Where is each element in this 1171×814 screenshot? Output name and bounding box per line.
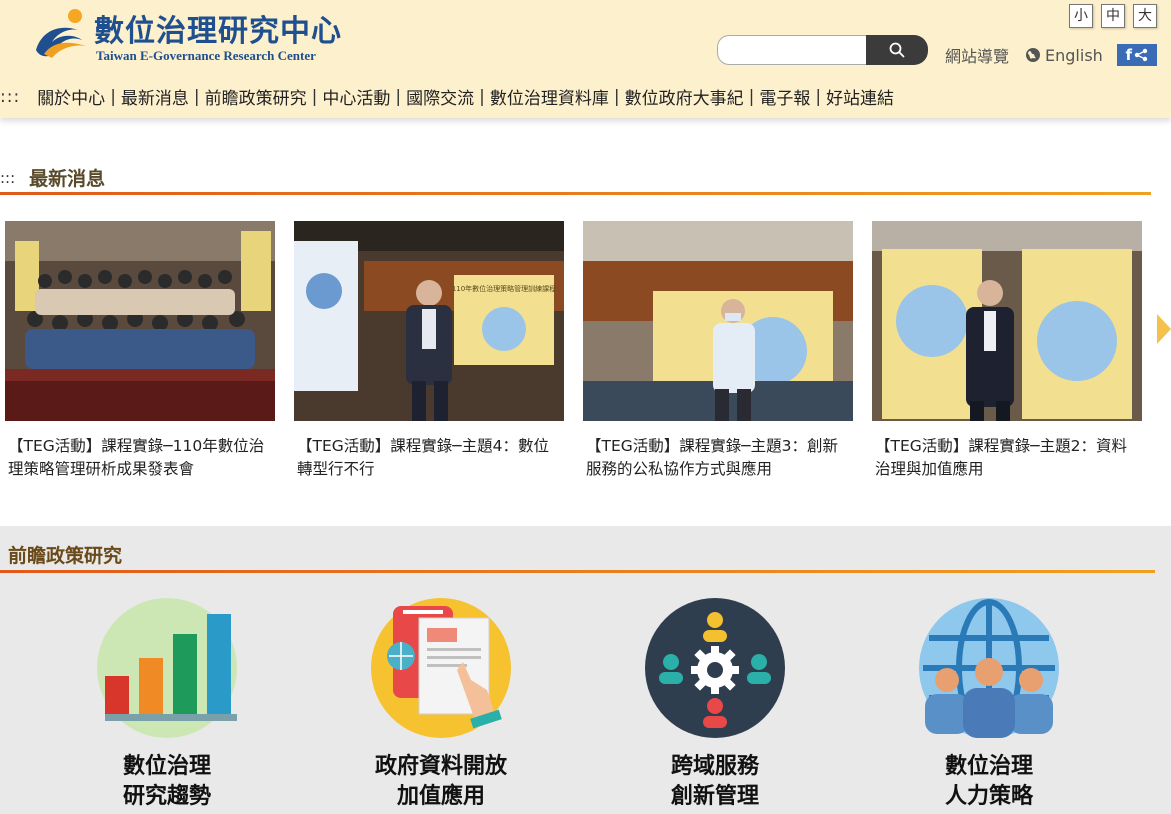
site-header: 數位治理研究中心 Taiwan E-Governance Research Ce… xyxy=(0,0,1171,118)
news-photo-speaker-mic[interactable] xyxy=(872,221,1142,421)
research-item-line1: 政府資料開放 xyxy=(374,754,507,779)
news-card-title[interactable]: 【TEG活動】課程實錄─主題3：創新服務的公私協作方式與應用 xyxy=(583,435,853,481)
news-card[interactable]: 【TEG活動】課程實錄─110年數位治理策略管理研析成果發表會 xyxy=(5,221,275,481)
news-photo-group[interactable] xyxy=(5,221,275,421)
news-divider xyxy=(0,192,1151,195)
search-button[interactable] xyxy=(866,35,928,65)
research-item-trends[interactable]: 數位治理 研究趨勢 xyxy=(57,598,277,812)
workforce-icon xyxy=(919,598,1059,738)
nav-item-international[interactable]: 國際交流 xyxy=(401,84,479,109)
globe-icon xyxy=(1026,48,1041,62)
news-accesskey-marker[interactable]: ::: xyxy=(0,169,15,187)
research-item-line2: 人力策略 xyxy=(944,784,1033,809)
news-section-heading: ::: 最新消息 xyxy=(0,164,105,191)
nav-item-newsletter[interactable]: 電子報 xyxy=(754,84,815,109)
research-item-line2: 創新管理 xyxy=(670,784,759,809)
slide-banner-text: 110年數位治理策略管理訓練課程 xyxy=(452,284,556,293)
news-photo-speaker[interactable]: 110年數位治理策略管理訓練課程 xyxy=(294,221,564,421)
research-item-line2: 加值應用 xyxy=(396,784,485,809)
site-logo[interactable]: 數位治理研究中心 Taiwan E-Governance Research Ce… xyxy=(30,4,370,66)
font-size-small-button[interactable]: 小 xyxy=(1069,4,1093,28)
news-card[interactable]: 【TEG活動】課程實錄─主題2：資料治理與加值應用 xyxy=(872,221,1142,481)
open-data-icon xyxy=(371,598,511,738)
main-nav: ::: 關於中心 | 最新消息 | 前瞻政策研究 | 中心活動 | 國際交流 | 數位治理… xyxy=(0,84,899,110)
utility-links: 網站導覽 English f xyxy=(945,43,1157,67)
nav-item-about[interactable]: 關於中心 xyxy=(32,84,110,109)
carousel-next-arrow[interactable] xyxy=(1157,314,1171,344)
nav-item-links[interactable]: 好站連結 xyxy=(821,84,899,109)
site-subtitle: Taiwan E-Governance Research Center xyxy=(96,48,316,63)
research-item-line1: 跨域服務 xyxy=(670,754,759,779)
font-size-medium-button[interactable]: 中 xyxy=(1101,4,1125,28)
nav-item-timeline[interactable]: 數位政府大事紀 xyxy=(620,84,749,109)
bar-chart-icon xyxy=(97,598,237,738)
research-item-line2: 研究趨勢 xyxy=(122,784,211,809)
site-title: 數位治理研究中心 xyxy=(94,14,342,49)
language-label: English xyxy=(1045,45,1103,65)
nav-item-activities[interactable]: 中心活動 xyxy=(317,84,395,109)
research-item-open-data[interactable]: 政府資料開放 加值應用 xyxy=(331,598,551,812)
news-card[interactable]: 110年數位治理策略管理訓練課程 【TEG活動】課程實錄─主題4：數位轉型行不行 xyxy=(294,221,564,481)
collaboration-icon xyxy=(645,598,785,738)
research-section-title: 前瞻政策研究 xyxy=(8,545,123,567)
research-item-line1: 數位治理 xyxy=(944,754,1033,779)
research-item-cross-domain[interactable]: 跨域服務 創新管理 xyxy=(605,598,825,812)
research-divider xyxy=(0,570,1155,573)
nav-item-database[interactable]: 數位治理資料庫 xyxy=(485,84,614,109)
news-card-title[interactable]: 【TEG活動】課程實錄─110年數位治理策略管理研析成果發表會 xyxy=(5,435,275,481)
news-card[interactable]: 【TEG活動】課程實錄─主題3：創新服務的公私協作方式與應用 xyxy=(583,221,853,481)
news-card-title[interactable]: 【TEG活動】課程實錄─主題2：資料治理與加值應用 xyxy=(872,435,1142,481)
search-input[interactable] xyxy=(717,35,867,65)
news-card-title[interactable]: 【TEG活動】課程實錄─主題4：數位轉型行不行 xyxy=(294,435,564,481)
sitemap-link[interactable]: 網站導覽 xyxy=(945,43,1009,67)
research-item-workforce[interactable]: 數位治理 人力策略 xyxy=(879,598,1099,812)
research-item-line1: 數位治理 xyxy=(122,754,211,779)
share-button[interactable]: f xyxy=(1116,44,1157,66)
nav-item-news[interactable]: 最新消息 xyxy=(116,84,194,109)
font-size-large-button[interactable]: 大 xyxy=(1133,4,1157,28)
font-size-controls: 小 中 大 xyxy=(1069,4,1157,28)
research-section: 前瞻政策研究 數位治理 研究趨勢 政府資料開放 加值應用 跨域服務 創新管理 數… xyxy=(0,526,1171,814)
search-icon xyxy=(889,42,905,58)
news-photo-speaker-mask[interactable] xyxy=(583,221,853,421)
search-box xyxy=(717,35,928,65)
facebook-icon: f xyxy=(1125,46,1133,64)
logo-mark-icon xyxy=(36,9,86,58)
share-icon xyxy=(1134,48,1148,62)
news-section-title: 最新消息 xyxy=(29,168,106,190)
nav-item-research[interactable]: 前瞻政策研究 xyxy=(200,84,312,109)
nav-accesskey-marker[interactable]: ::: xyxy=(0,87,20,107)
language-link[interactable]: English xyxy=(1025,46,1103,65)
